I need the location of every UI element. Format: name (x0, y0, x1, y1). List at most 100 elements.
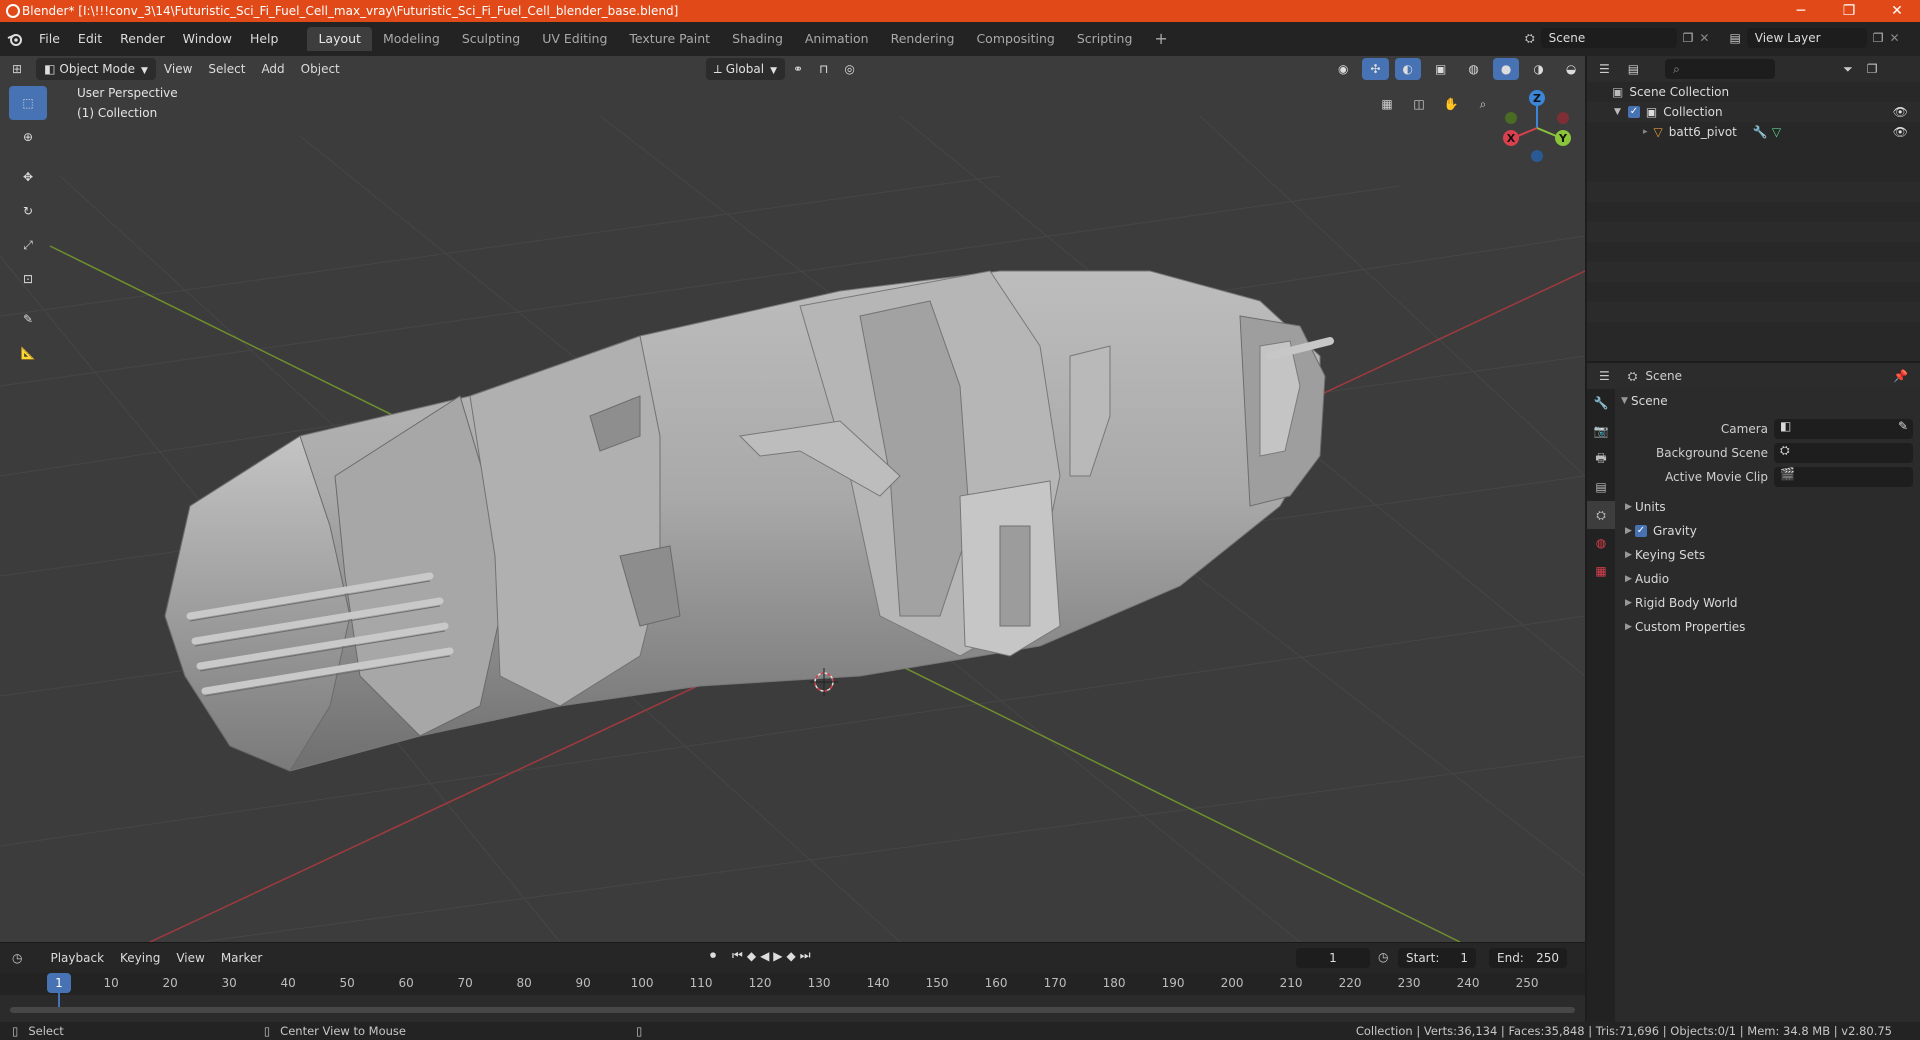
cursor-icon[interactable]: ⊕ (9, 120, 47, 154)
tab-sculpting[interactable]: Sculpting (451, 27, 531, 51)
gizmo-toggle-icon[interactable]: ✣ (1362, 58, 1389, 80)
snap-icon[interactable]: ⊓ (811, 58, 836, 80)
record-icon[interactable]: ⏺ (710, 948, 716, 963)
rigid-body-world-subpanel[interactable]: ▶ Rigid Body World (1617, 591, 1920, 615)
expand-icon[interactable]: ▼ (1614, 107, 1621, 117)
filter-icon[interactable]: ⏷ (1843, 62, 1853, 77)
scene-tab-icon[interactable]: ⛭ (1587, 501, 1615, 529)
current-frame-field[interactable]: 1 (1296, 948, 1370, 968)
tab-shading[interactable]: Shading (721, 27, 794, 51)
tab-texture-paint[interactable]: Texture Paint (618, 27, 721, 51)
material-shading-icon[interactable]: ◑ (1525, 58, 1551, 80)
overlays-icon[interactable]: ◐ (1394, 58, 1422, 80)
select-box-icon[interactable]: ⬚ (9, 86, 47, 120)
view-layer-tab-icon[interactable]: ▤ (1587, 473, 1615, 501)
background-scene-field[interactable]: ⛭ (1774, 443, 1913, 463)
properties-panel[interactable]: ☰ ⛭ Scene 📌 🔧 📷 🖶 ▤ ⛭ ◍ ▦ ▼ Scene Camera… (1587, 363, 1920, 1022)
new-scene-icon[interactable]: ❐ (1683, 31, 1694, 45)
tool-tab-icon[interactable]: 🔧 (1587, 389, 1615, 417)
pin-icon[interactable]: 📌 (1893, 369, 1908, 383)
scene-panel-header[interactable]: ▼ Scene (1617, 389, 1920, 413)
transform-orientation-dropdown[interactable]: ⟂ Global ▼ (705, 58, 785, 80)
view-layer-field[interactable]: View Layer (1746, 28, 1867, 48)
render-tab-icon[interactable]: 📷 (1587, 417, 1615, 445)
delete-scene-icon[interactable]: ✕ (1699, 31, 1709, 45)
visibility-icon[interactable]: ◉ (1330, 58, 1356, 80)
eyedropper-icon[interactable]: ✎ (1898, 419, 1908, 433)
menu-select[interactable]: Select (200, 58, 253, 80)
menu-render[interactable]: Render (111, 28, 174, 50)
tab-uv-editing[interactable]: UV Editing (531, 27, 618, 51)
scene-selector-icon[interactable]: ⛭ (1525, 31, 1535, 46)
timeline-scrollbar[interactable] (10, 1007, 1575, 1013)
prev-keyframe-icon[interactable]: ◆ (747, 949, 756, 963)
fuel-cell-model[interactable] (164, 270, 1334, 772)
outliner-editor-icon[interactable]: ☰ (1599, 62, 1610, 76)
display-mode-icon[interactable]: ▤ (1628, 62, 1639, 76)
next-keyframe-icon[interactable]: ◆ (787, 949, 796, 963)
jump-start-icon[interactable]: ⏮ (732, 948, 743, 963)
playhead[interactable]: 1 (47, 973, 71, 993)
menu-file[interactable]: File (30, 28, 69, 50)
pan-hand-icon[interactable]: ✋ (1437, 90, 1465, 118)
menu-window[interactable]: Window (174, 28, 241, 50)
start-frame-field[interactable]: Start: 1 (1398, 948, 1476, 968)
minimize-button[interactable]: ─ (1778, 0, 1824, 22)
menu-add[interactable]: Add (253, 58, 292, 80)
gravity-subpanel[interactable]: ▶ ✓ Gravity (1617, 519, 1920, 543)
outliner-panel[interactable]: ☰ ▤ ⌕ ⏷ ❐ ▣ Scene Collection ▼ ✓ ▣ Colle… (1587, 56, 1920, 361)
play-icon[interactable]: ▶ (773, 949, 782, 963)
mode-dropdown[interactable]: ◧ Object Mode ▼ (36, 58, 156, 80)
add-workspace-button[interactable]: + (1143, 27, 1178, 51)
modifier-icon[interactable]: 🔧 (1753, 125, 1768, 139)
measure-icon[interactable]: 📐 (9, 336, 47, 370)
menu-playback[interactable]: Playback (42, 947, 112, 969)
zoom-icon[interactable]: ⌕ (1469, 90, 1497, 118)
jump-end-icon[interactable]: ⏭ (800, 948, 811, 963)
view-layer-icon[interactable]: ▤ (1729, 31, 1740, 45)
outliner-search-input[interactable]: ⌕ (1665, 59, 1776, 79)
play-reverse-icon[interactable]: ◀ (760, 949, 769, 963)
menu-object[interactable]: Object (293, 58, 348, 80)
annotate-icon[interactable]: ✎ (9, 302, 47, 336)
scale-icon[interactable]: ⤢ (9, 228, 47, 262)
restore-button[interactable]: ❐ (1826, 0, 1872, 22)
solid-shading-icon[interactable]: ● (1492, 58, 1520, 80)
xray-icon[interactable]: ▣ (1427, 58, 1454, 80)
menu-view[interactable]: View (156, 58, 200, 80)
3d-viewport[interactable]: ⊞ ◧ Object Mode ▼ View Select Add Object ⟂… (0, 56, 1585, 942)
transform-icon[interactable]: ⊡ (9, 262, 47, 296)
wireframe-shading-icon[interactable]: ◍ (1460, 58, 1486, 80)
menu-marker[interactable]: Marker (213, 947, 270, 969)
keying-sets-subpanel[interactable]: ▶ Keying Sets (1617, 543, 1920, 567)
units-subpanel[interactable]: ▶ Units (1617, 495, 1920, 519)
menu-timeline-view[interactable]: View (168, 947, 212, 969)
rendered-shading-icon[interactable]: ◒ (1558, 58, 1584, 80)
viewport-scene[interactable] (0, 56, 1585, 942)
move-icon[interactable]: ✥ (9, 160, 47, 194)
navigation-gizmo[interactable]: Z Y X (1497, 86, 1577, 166)
proportional-edit-icon[interactable]: ◎ (836, 58, 862, 80)
camera-view-icon[interactable]: ◫ (1405, 90, 1433, 118)
blender-menu-icon[interactable] (0, 32, 30, 46)
output-tab-icon[interactable]: 🖶 (1587, 445, 1615, 473)
expand-icon[interactable]: ▸ (1643, 127, 1648, 137)
outliner-row-scene-collection[interactable]: ▣ Scene Collection (1587, 82, 1920, 102)
end-frame-field[interactable]: End: 250 (1489, 948, 1567, 968)
timeline-editor-icon[interactable]: ◷ (12, 951, 22, 965)
pivot-point-icon[interactable]: ⚭ (785, 58, 811, 80)
tab-scripting[interactable]: Scripting (1066, 27, 1144, 51)
world-tab-icon[interactable]: ◍ (1587, 529, 1615, 557)
outliner-row-object[interactable]: ▸ ▽ batt6_pivot 🔧 ▽ 👁 (1587, 122, 1920, 142)
tab-animation[interactable]: Animation (794, 27, 880, 51)
texture-tab-icon[interactable]: ▦ (1587, 557, 1615, 585)
eye-icon[interactable]: 👁 (1893, 105, 1908, 119)
properties-editor-icon[interactable]: ☰ (1599, 369, 1610, 383)
tab-modeling[interactable]: Modeling (372, 27, 451, 51)
active-movie-clip-field[interactable]: 🎬 (1774, 467, 1913, 487)
tab-layout[interactable]: Layout (307, 27, 372, 51)
timeline-editor[interactable]: ◷ Playback Keying View Marker ⏺ ⏮ ◆ ◀ ▶ … (0, 942, 1585, 1022)
rotate-icon[interactable]: ↻ (9, 194, 47, 228)
tab-rendering[interactable]: Rendering (880, 27, 966, 51)
scene-field[interactable]: Scene (1540, 28, 1677, 48)
